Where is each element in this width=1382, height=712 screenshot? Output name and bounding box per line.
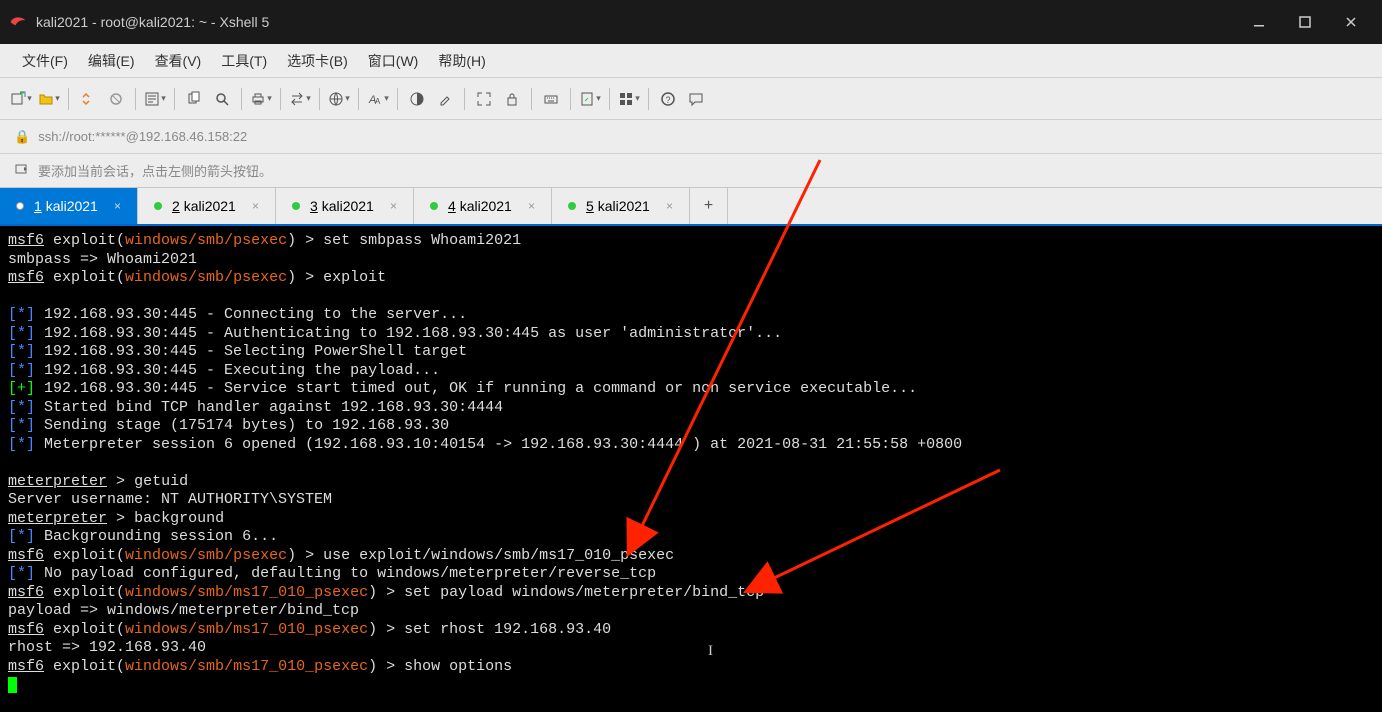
- lock-icon[interactable]: [499, 86, 525, 112]
- chat-icon[interactable]: [683, 86, 709, 112]
- text-cursor-indicator: I: [708, 642, 713, 661]
- close-tab-icon[interactable]: ×: [654, 199, 673, 213]
- menu-view[interactable]: 查看(V): [145, 47, 212, 75]
- menu-file[interactable]: 文件(F): [12, 47, 78, 75]
- separator: [135, 88, 136, 110]
- tab-number: 3: [310, 198, 318, 214]
- separator: [174, 88, 175, 110]
- address-text: ssh://root:******@192.168.46.158:22: [38, 129, 247, 144]
- menu-tabs[interactable]: 选项卡(B): [277, 47, 358, 75]
- tab-label: kali2021: [46, 198, 98, 214]
- status-dot-icon: [16, 202, 24, 210]
- properties-icon[interactable]: [142, 86, 168, 112]
- disconnect-icon[interactable]: [103, 86, 129, 112]
- tab-label: kali2021: [460, 198, 512, 214]
- help-icon[interactable]: ?: [655, 86, 681, 112]
- terminal[interactable]: msf6 exploit(windows/smb/psexec) > set s…: [0, 226, 1382, 712]
- close-tab-icon[interactable]: ×: [240, 199, 259, 213]
- menu-tools[interactable]: 工具(T): [211, 47, 277, 75]
- toolbar: AA ?: [0, 78, 1382, 120]
- window-controls: [1236, 0, 1374, 44]
- tab-2[interactable]: 2 kali2021 ×: [138, 188, 276, 224]
- status-dot-icon: [292, 202, 300, 210]
- separator: [609, 88, 610, 110]
- address-bar[interactable]: 🔒 ssh://root:******@192.168.46.158:22: [0, 120, 1382, 154]
- separator: [648, 88, 649, 110]
- tab-number: 2: [172, 198, 180, 214]
- status-dot-icon: [430, 202, 438, 210]
- separator: [570, 88, 571, 110]
- svg-text:?: ?: [666, 95, 671, 105]
- tab-4[interactable]: 4 kali2021 ×: [414, 188, 552, 224]
- close-tab-icon[interactable]: ×: [102, 199, 121, 213]
- separator: [464, 88, 465, 110]
- tab-label: kali2021: [322, 198, 374, 214]
- add-tab-button[interactable]: +: [690, 188, 728, 224]
- menu-help[interactable]: 帮助(H): [428, 47, 495, 75]
- minimize-button[interactable]: [1236, 0, 1282, 44]
- separator: [358, 88, 359, 110]
- tab-3[interactable]: 3 kali2021 ×: [276, 188, 414, 224]
- script-icon[interactable]: [577, 86, 603, 112]
- menubar: 文件(F) 编辑(E) 查看(V) 工具(T) 选项卡(B) 窗口(W) 帮助(…: [0, 44, 1382, 78]
- lock-icon: 🔒: [14, 129, 30, 145]
- transfer-icon[interactable]: [287, 86, 313, 112]
- close-tab-icon[interactable]: ×: [378, 199, 397, 213]
- hint-bar: 要添加当前会话，点击左侧的箭头按钮。: [0, 154, 1382, 188]
- separator: [280, 88, 281, 110]
- separator: [241, 88, 242, 110]
- tab-number: 1: [34, 198, 42, 214]
- menu-edit[interactable]: 编辑(E): [78, 47, 145, 75]
- svg-text:A: A: [375, 97, 381, 106]
- status-dot-icon: [568, 202, 576, 210]
- separator: [531, 88, 532, 110]
- window-title: kali2021 - root@kali2021: ~ - Xshell 5: [36, 14, 1236, 30]
- globe-icon[interactable]: [326, 86, 352, 112]
- tab-number: 5: [586, 198, 594, 214]
- keyboard-icon[interactable]: [538, 86, 564, 112]
- add-session-icon[interactable]: [14, 161, 30, 180]
- fullscreen-icon[interactable]: [471, 86, 497, 112]
- maximize-button[interactable]: [1282, 0, 1328, 44]
- kali-dragon-icon: [8, 12, 28, 32]
- tab-bar: 1 kali2021 × 2 kali2021 × 3 kali2021 × 4…: [0, 188, 1382, 226]
- separator: [68, 88, 69, 110]
- tab-number: 4: [448, 198, 456, 214]
- print-icon[interactable]: [248, 86, 274, 112]
- tab-label: kali2021: [598, 198, 650, 214]
- color-scheme-icon[interactable]: [404, 86, 430, 112]
- tab-label: kali2021: [184, 198, 236, 214]
- status-dot-icon: [154, 202, 162, 210]
- highlight-icon[interactable]: [432, 86, 458, 112]
- layout-icon[interactable]: [616, 86, 642, 112]
- menu-window[interactable]: 窗口(W): [358, 47, 429, 75]
- reconnect-icon[interactable]: [75, 86, 101, 112]
- hint-text: 要添加当前会话，点击左侧的箭头按钮。: [38, 161, 272, 180]
- terminal-cursor: [8, 677, 17, 693]
- copy-icon[interactable]: [181, 86, 207, 112]
- tab-1[interactable]: 1 kali2021 ×: [0, 188, 138, 224]
- close-button[interactable]: [1328, 0, 1374, 44]
- titlebar: kali2021 - root@kali2021: ~ - Xshell 5: [0, 0, 1382, 44]
- separator: [319, 88, 320, 110]
- new-session-icon[interactable]: [8, 86, 34, 112]
- separator: [397, 88, 398, 110]
- tab-5[interactable]: 5 kali2021 ×: [552, 188, 690, 224]
- open-session-icon[interactable]: [36, 86, 62, 112]
- close-tab-icon[interactable]: ×: [516, 199, 535, 213]
- search-icon[interactable]: [209, 86, 235, 112]
- font-icon[interactable]: AA: [365, 86, 391, 112]
